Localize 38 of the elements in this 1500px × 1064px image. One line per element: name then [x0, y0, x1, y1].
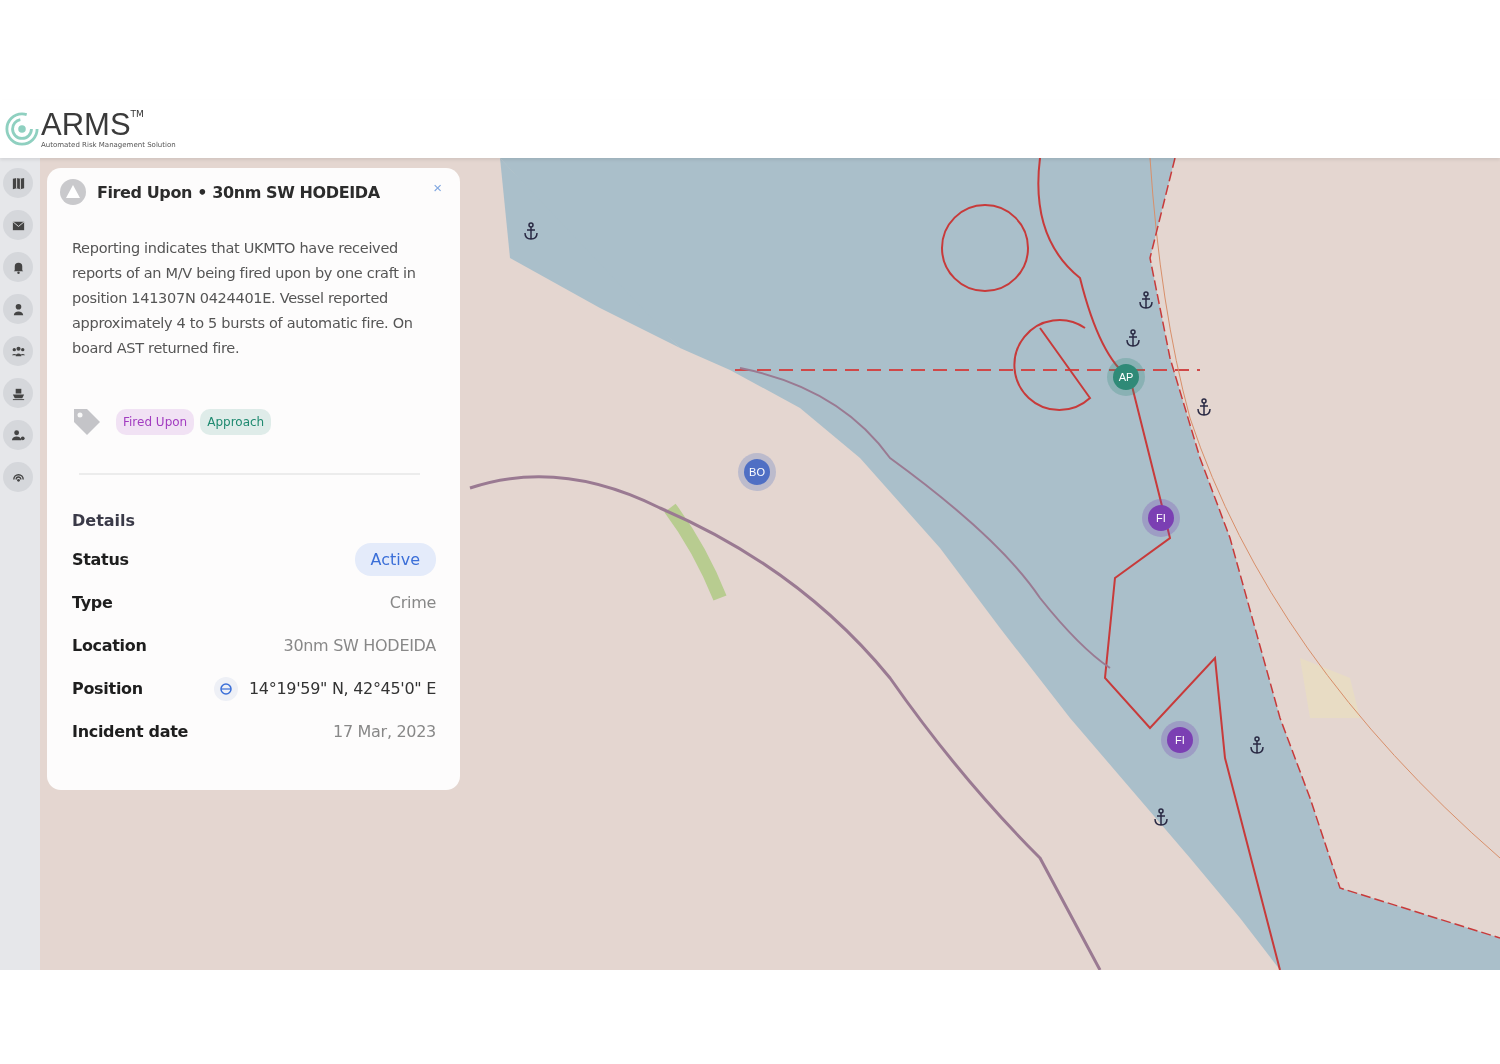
- globe-icon[interactable]: [213, 675, 239, 702]
- tag-icon: [72, 407, 102, 437]
- close-button[interactable]: ×: [433, 178, 442, 206]
- person-gear-nav-button[interactable]: [3, 420, 33, 450]
- anchor-icon[interactable]: [1196, 398, 1212, 416]
- detail-label: Incident date: [72, 722, 189, 741]
- detail-value: 30nm SW HODEIDA: [283, 636, 436, 655]
- trademark-mark: TM: [130, 109, 144, 119]
- radar-nav-button[interactable]: [3, 462, 33, 492]
- anchor-icon[interactable]: [1249, 736, 1265, 754]
- detail-label: Type: [72, 593, 113, 612]
- map-icon: [10, 175, 26, 191]
- details-heading: Details: [72, 511, 137, 530]
- incident-tag: Fired Upon: [116, 409, 195, 435]
- group-nav-button[interactable]: [3, 336, 33, 366]
- bell-nav-button[interactable]: [3, 252, 33, 282]
- logo-text: ARMS: [41, 109, 131, 141]
- anchor-icon[interactable]: [1138, 291, 1154, 309]
- detail-label: Location: [72, 636, 147, 655]
- mail-nav-button[interactable]: [3, 210, 33, 240]
- incident-title: Fired Upon • 30nm SW HODEIDA: [97, 182, 381, 202]
- anchor-icon[interactable]: [1125, 329, 1141, 347]
- detail-label: Position: [72, 679, 143, 698]
- logo-icon: [5, 112, 39, 146]
- person-gear-icon: [10, 427, 26, 443]
- detail-value: Crime: [389, 593, 436, 612]
- detail-label: Status: [72, 550, 129, 569]
- ship-nav-button[interactable]: [3, 378, 33, 408]
- incident-description: Reporting indicates that UKMTO have received reports of an M/V being fired upon by one craft in position 141307N 0424401E. Vessel reported approximately 4 to 5 bursts of automatic fire. On board AST returned fire.: [72, 239, 417, 358]
- person-nav-button[interactable]: [3, 294, 33, 324]
- anchor-icon[interactable]: [523, 222, 539, 240]
- detail-value: 14°19'59" N, 42°45'0" E: [249, 679, 436, 698]
- warning-icon: [59, 178, 87, 206]
- incident-tag: Approach: [200, 409, 272, 435]
- anchor-icon[interactable]: [1153, 808, 1169, 826]
- detail-value: 17 Mar, 2023: [333, 722, 436, 741]
- map-nav-button[interactable]: [3, 168, 33, 198]
- status-badge: Active: [354, 543, 436, 576]
